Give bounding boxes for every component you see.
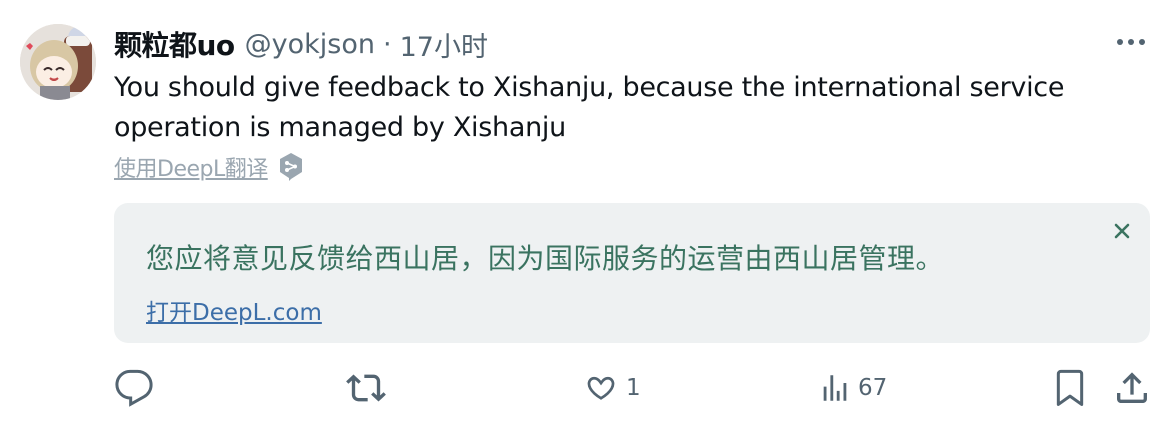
translate-with-deepl-link[interactable]: 使用DeepL翻译 (114, 150, 304, 184)
tweet-timestamp[interactable]: 17小时 (400, 25, 488, 64)
like-count: 1 (626, 375, 641, 401)
tweet-header: 颗粒都uo @yokjson · 17小时 (114, 24, 488, 64)
bookmark-icon (1056, 369, 1084, 406)
translation-text: 您应将意见反馈给西山居，因为国际服务的运营由西山居管理。 (146, 242, 945, 275)
retweet-button[interactable] (345, 366, 387, 410)
author-handle[interactable]: @yokjson (245, 29, 375, 60)
bookmark-button[interactable] (1050, 366, 1090, 410)
author-name[interactable]: 颗粒都uo (114, 24, 235, 64)
share-icon (1117, 372, 1147, 403)
heart-icon (587, 376, 615, 400)
retweet-icon (346, 374, 386, 402)
views-icon (823, 375, 847, 401)
views-button[interactable]: 67 (818, 366, 887, 410)
tweet-text: You should give feedback to Xishanju, be… (114, 72, 1065, 143)
avatar-illustration (20, 24, 96, 100)
open-deepl-link[interactable]: 打开DeepL.com (146, 293, 322, 327)
like-button[interactable]: 1 (582, 366, 641, 410)
close-icon (1114, 223, 1130, 239)
separator-dot: · (383, 28, 392, 60)
more-icon (1117, 39, 1145, 45)
share-button[interactable] (1112, 366, 1152, 410)
more-options-button[interactable] (1114, 30, 1148, 54)
avatar[interactable] (20, 24, 96, 100)
close-translation-button[interactable] (1110, 219, 1134, 243)
reply-icon (115, 369, 153, 407)
deepl-icon (278, 152, 304, 182)
reply-button[interactable] (114, 366, 154, 410)
translation-panel: 您应将意见反馈给西山居，因为国际服务的运营由西山居管理。 打开DeepL.com (114, 203, 1150, 343)
views-count: 67 (858, 375, 888, 401)
translate-label: 使用DeepL翻译 (114, 157, 268, 182)
